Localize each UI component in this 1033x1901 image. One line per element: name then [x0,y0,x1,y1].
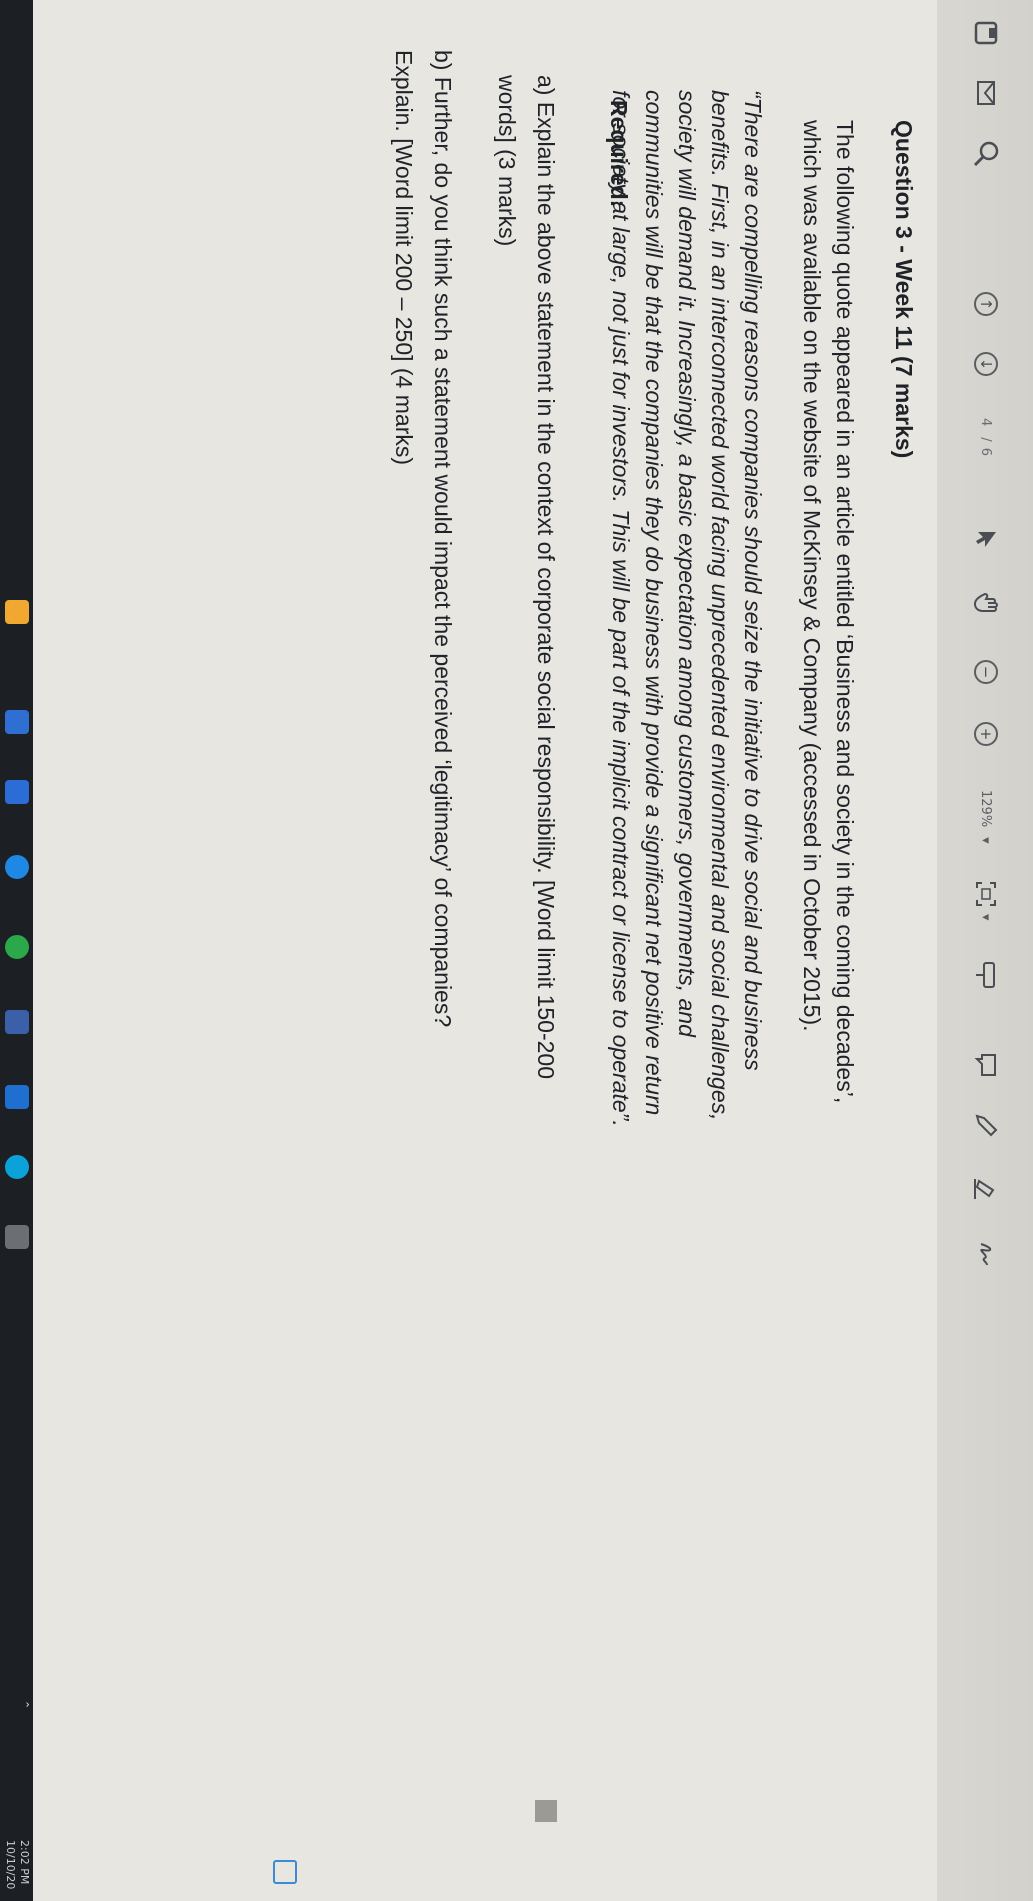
save-icon[interactable] [971,20,1001,46]
next-page-button[interactable]: ↓ [971,352,1001,376]
office-icon[interactable] [5,1085,29,1109]
app-icon[interactable] [5,710,29,734]
taskbar: ⌃ 2:02 PM 10/10/20 [0,0,33,1901]
intro-paragraph: The following quote appeared in an artic… [795,120,861,1590]
arrow-down-icon: ↓ [974,352,998,376]
tray-chevron-icon[interactable]: ⌃ [18,1700,31,1709]
pdf-toolbar: ↑ ↓ 4 / 6 − + 129% ▾ ▾ [936,0,1033,1901]
chrome-icon[interactable] [5,935,29,959]
previous-page-button[interactable]: ↑ [971,292,1001,316]
quote-line: “There are compelling reasons companies … [740,90,766,1071]
chevron-down-icon: ▾ [978,914,994,921]
pen-icon[interactable] [971,1112,1001,1138]
minus-icon: − [974,660,998,684]
highlight-icon[interactable] [971,1176,1001,1202]
skype-icon[interactable] [5,1155,29,1179]
page-current[interactable]: 4 [979,418,994,427]
hand-tool-icon[interactable] [971,592,1001,618]
question-title: Question 3 - Week 11 (7 marks) [891,120,917,459]
intro-line: The following quote appeared in an artic… [832,120,858,1104]
page-indicator[interactable]: 4 / 6 [971,418,1001,457]
part-b-line: Explain. [Word limit 200 – 250] (4 marks… [391,50,417,466]
mail-icon[interactable] [971,80,1001,106]
quote-paragraph: “There are compelling reasons companies … [604,90,769,1560]
required-heading: Required: [606,100,632,208]
comment-icon[interactable] [971,1052,1001,1078]
mail-app-icon[interactable] [5,780,29,804]
sign-icon[interactable] [971,1240,1001,1268]
clock-time[interactable]: 2:02 PM [18,1840,31,1884]
fit-page-button[interactable]: ▾ [971,880,1001,921]
side-tool-icon[interactable] [273,1860,297,1884]
edge-icon[interactable] [5,855,29,879]
zoom-in-button[interactable]: + [971,722,1001,746]
select-cursor-icon[interactable] [971,528,1001,550]
intro-line: which was available on the website of Mc… [799,120,825,1032]
quote-line: for society at large, not just for inves… [608,90,634,1127]
arrow-up-icon: ↑ [974,292,998,316]
chevron-down-icon: ▾ [978,837,994,844]
news-icon[interactable] [5,1010,29,1034]
keyboard-icon[interactable] [971,960,1001,990]
folder-icon[interactable] [5,600,29,624]
part-a-line: words] (3 marks) [494,75,520,247]
part-b-line: b) Further, do you think such a statemen… [430,50,456,1028]
zoom-level-dropdown[interactable]: 129% ▾ [971,790,1001,844]
scroll-marker[interactable] [535,1800,557,1822]
pdf-page: Question 3 - Week 11 (7 marks) The follo… [0,0,937,1901]
rotated-screen: ↑ ↓ 4 / 6 − + 129% ▾ ▾ Question 3 - Week… [0,0,1033,1901]
part-b: b) Further, do you think such a statemen… [387,50,459,1610]
zoom-out-button[interactable]: − [971,660,1001,684]
quote-line: society will demand it. Increasingly, a … [674,90,700,1037]
page-total: / 6 [978,437,994,458]
quote-line: benefits. First, in an interconnected wo… [707,90,733,1121]
clock-date[interactable]: 10/10/20 [4,1840,17,1889]
quote-line: communities will be that the companies t… [641,90,667,1116]
search-icon[interactable] [971,140,1001,168]
part-a: a) Explain the above statement in the co… [490,75,562,1595]
person-icon[interactable] [5,1225,29,1249]
part-a-line: a) Explain the above statement in the co… [533,75,559,1080]
plus-icon: + [974,722,998,746]
zoom-level: 129% [978,790,994,828]
